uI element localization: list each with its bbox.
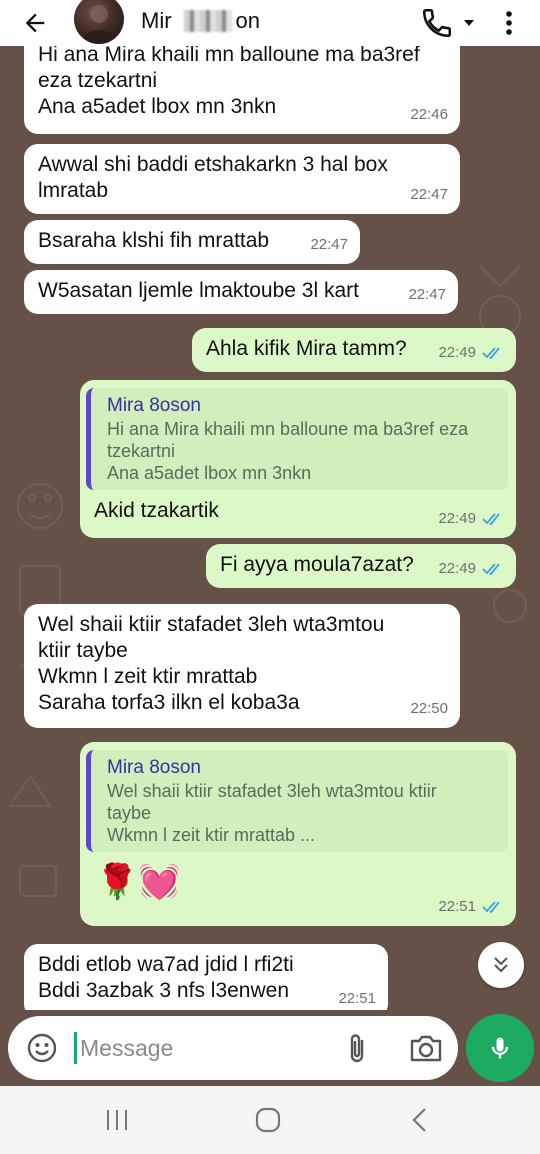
- message-text: Bddi etlob wa7ad jdid l rfi2ti Bddi 3azb…: [38, 953, 294, 1002]
- incoming-message[interactable]: Awwal shi baddi etshakarkn 3 hal box lmr…: [24, 144, 460, 214]
- incoming-message[interactable]: Bddi etlob wa7ad jdid l rfi2ti Bddi 3azb…: [24, 944, 388, 1010]
- message-time: 22:49: [438, 340, 504, 366]
- incoming-message[interactable]: Bsaraha klshi fih mrattab 22:47: [24, 220, 360, 264]
- recent-apps-icon[interactable]: [102, 1106, 132, 1134]
- outgoing-message[interactable]: Ahla kifik Mira tamm? 22:49: [192, 328, 516, 372]
- message-input[interactable]: [80, 1030, 330, 1066]
- quote-text: Hi ana Mira khaili mn balloune ma ba3ref…: [107, 419, 469, 483]
- message-time: 22:47: [310, 236, 348, 253]
- chat-area[interactable]: Hi ana Mira khaili mn balloune ma ba3ref…: [0, 46, 540, 1010]
- back-button[interactable]: [18, 6, 52, 40]
- outgoing-message[interactable]: Mira 8oson Wel shaii ktiir stafadet 3leh…: [80, 742, 516, 926]
- sticker-icon[interactable]: [26, 1032, 58, 1064]
- quoted-message[interactable]: Mira 8oson Wel shaii ktiir stafadet 3leh…: [86, 750, 508, 852]
- message-text: Bsaraha klshi fih mrattab: [38, 229, 270, 252]
- more-vert-icon[interactable]: [496, 8, 522, 38]
- message-time: 22:47: [410, 186, 448, 203]
- message-text: W5asatan ljemle lmaktoube 3l kart: [38, 279, 359, 302]
- mic-button[interactable]: [466, 1014, 534, 1082]
- camera-icon[interactable]: [408, 1032, 444, 1064]
- message-text: Hi ana Mira khaili mn balloune ma ba3ref…: [38, 46, 420, 118]
- message-text: Wel shaii ktiir stafadet 3leh wta3mtou k…: [38, 613, 385, 714]
- message-time: 22:49: [438, 506, 504, 532]
- system-navigation-bar: [0, 1086, 540, 1154]
- incoming-message[interactable]: Hi ana Mira khaili mn balloune ma ba3ref…: [24, 46, 460, 134]
- phone-icon[interactable]: [420, 6, 454, 40]
- message-time: 22:47: [408, 286, 446, 303]
- paperclip-icon[interactable]: [342, 1032, 372, 1066]
- text-cursor: [74, 1032, 77, 1064]
- mic-icon: [491, 1037, 509, 1059]
- read-ticks-icon: [482, 901, 500, 914]
- outgoing-message[interactable]: Mira 8oson Hi ana Mira khaili mn balloun…: [80, 380, 516, 538]
- caret-down-icon[interactable]: [462, 16, 476, 30]
- read-ticks-icon: [482, 513, 500, 526]
- read-ticks-icon: [482, 563, 500, 576]
- nav-back-icon[interactable]: [408, 1106, 432, 1134]
- double-chevron-down-icon: [494, 957, 508, 973]
- quote-author: Mira 8oson: [107, 395, 201, 416]
- message-text: Awwal shi baddi etshakarkn 3 hal box lmr…: [38, 153, 388, 202]
- message-time: 22:50: [410, 700, 448, 717]
- chat-header: Mir on: [0, 0, 540, 46]
- read-ticks-icon: [482, 347, 500, 360]
- scroll-to-bottom-button[interactable]: [478, 942, 524, 988]
- incoming-message[interactable]: Wel shaii ktiir stafadet 3leh wta3mtou k…: [24, 604, 460, 728]
- quote-text: Wel shaii ktiir stafadet 3leh wta3mtou k…: [107, 781, 437, 845]
- message-time: 22:49: [438, 556, 504, 582]
- quoted-message[interactable]: Mira 8oson Hi ana Mira khaili mn balloun…: [86, 388, 508, 490]
- avatar[interactable]: [74, 0, 124, 44]
- arrow-left-icon: [25, 13, 45, 33]
- message-time: 22:46: [410, 106, 448, 123]
- outgoing-message[interactable]: Fi ayya moula7azat? 22:49: [206, 544, 516, 588]
- incoming-message[interactable]: W5asatan ljemle lmaktoube 3l kart 22:47: [24, 270, 458, 314]
- message-time: 22:51: [438, 894, 504, 920]
- message-input-container[interactable]: [8, 1016, 458, 1080]
- blurred-name-segment: [184, 10, 232, 32]
- quote-author: Mira 8oson: [107, 757, 201, 778]
- message-time: 22:51: [338, 990, 376, 1007]
- composer: [0, 1010, 540, 1086]
- home-icon[interactable]: [254, 1106, 282, 1134]
